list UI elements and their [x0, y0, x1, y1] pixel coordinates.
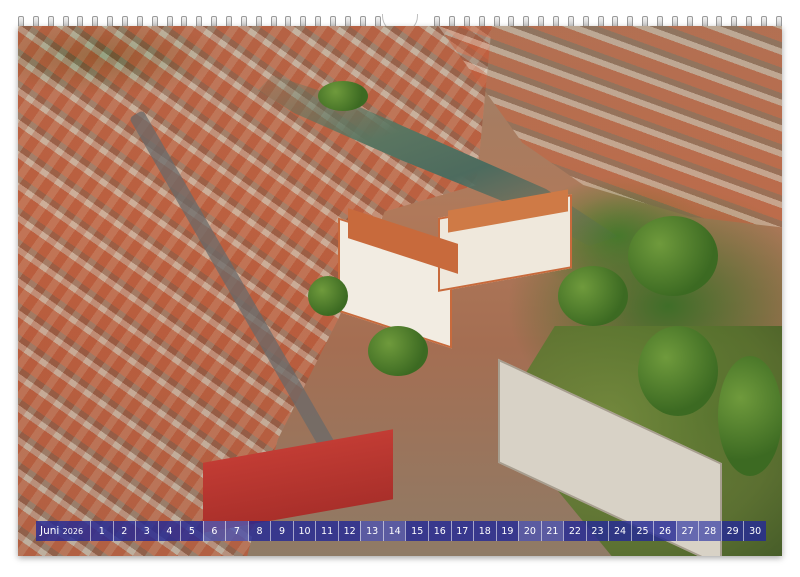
- day-cell: 13: [360, 521, 383, 541]
- calendar-photo: [18, 26, 782, 556]
- day-cell: 7: [225, 521, 248, 541]
- day-cell: 16: [427, 521, 451, 541]
- day-cell: 8: [247, 521, 271, 541]
- day-cell: 24: [608, 521, 631, 541]
- day-cell: 12: [337, 521, 361, 541]
- month-year: 2026: [62, 527, 84, 536]
- day-cell: 28: [698, 521, 721, 541]
- day-cell: 5: [180, 521, 203, 541]
- day-cell: 25: [630, 521, 654, 541]
- day-cell: 14: [382, 521, 406, 541]
- day-cell: 11: [315, 521, 338, 541]
- day-cell: 1: [90, 521, 113, 541]
- day-cell: 20: [518, 521, 541, 541]
- day-cell: 29: [720, 521, 744, 541]
- day-cell: 3: [135, 521, 158, 541]
- day-cell: 30: [743, 521, 766, 541]
- manor-house: [338, 189, 572, 349]
- day-cell: 22: [563, 521, 586, 541]
- day-cell: 23: [585, 521, 609, 541]
- day-cell: 15: [405, 521, 428, 541]
- day-cell: 17: [450, 521, 474, 541]
- month-label: Juni 2026: [36, 525, 90, 537]
- day-cell: 18: [473, 521, 496, 541]
- day-cell: 2: [112, 521, 136, 541]
- day-cell: 10: [292, 521, 316, 541]
- tree: [368, 326, 428, 376]
- day-cell: 6: [202, 521, 226, 541]
- month-strip: Juni 2026 1 2 3 4 5 6 7 8 9 10 11 12 13 14 15 16 17 18 19 2…: [36, 521, 766, 541]
- day-cell: 27: [675, 521, 699, 541]
- tree: [558, 266, 628, 326]
- day-list: 1 2 3 4 5 6 7 8 9 10 11 12 13 14 15 16 17 18 19 20 21 22 23 24 2…: [90, 521, 766, 541]
- tree: [638, 326, 718, 416]
- day-cell: 4: [157, 521, 181, 541]
- day-cell: 21: [540, 521, 564, 541]
- month-name: Juni: [40, 525, 60, 537]
- day-cell: 19: [495, 521, 519, 541]
- day-cell: 26: [653, 521, 676, 541]
- tree: [318, 81, 368, 111]
- day-cell: 9: [270, 521, 293, 541]
- tree: [308, 276, 348, 316]
- tree: [628, 216, 718, 296]
- tree: [718, 356, 782, 476]
